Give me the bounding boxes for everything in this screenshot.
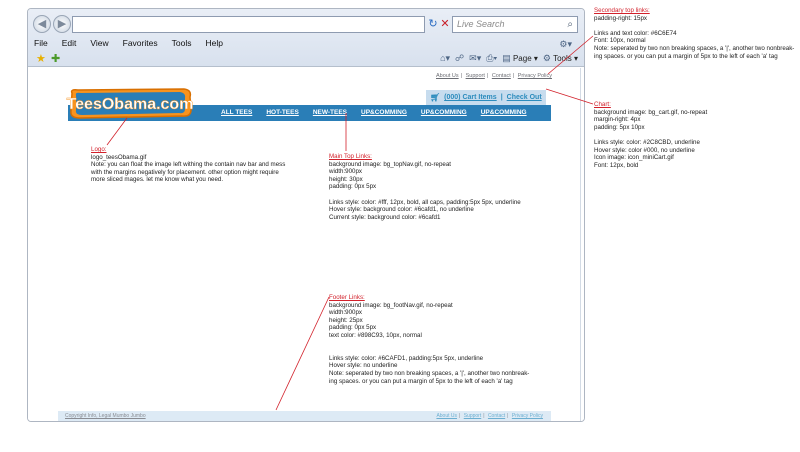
cart-box: 🛒︎ (000) Cart Items | Check Out — [426, 90, 546, 105]
back-arrow-icon: ◀ — [37, 18, 47, 30]
checkout-link[interactable]: Check Out — [507, 94, 542, 101]
stop-icon[interactable]: ✕ — [438, 16, 452, 33]
print-icon[interactable]: ⎙▾ — [486, 53, 497, 64]
cart-items-link[interactable]: (000) Cart Items — [444, 94, 497, 101]
note-footer-heading: Footer Links: — [329, 294, 365, 301]
forward-arrow-icon: ▶ — [57, 18, 67, 30]
menu-tools[interactable]: Tools — [170, 37, 194, 51]
tools-menu-button[interactable]: ⚙ Tools ▾ — [543, 53, 578, 64]
tools-icon: ⚙ — [542, 53, 551, 63]
footer-link-contact[interactable]: Contact — [488, 413, 505, 419]
page-icon: ▤ — [502, 53, 511, 63]
secondary-link-contact[interactable]: Contact — [492, 73, 511, 79]
footer-links: About Us | Support | Contact | Privacy Poli… — [436, 413, 543, 419]
note-chart: Chart: background image: bg_cart.gif, no… — [594, 101, 708, 169]
mail-icon[interactable]: ✉▾ — [469, 53, 481, 64]
note-logo: Logo: logo_teesObama.gif Note: you can f… — [91, 146, 286, 184]
command-bar: ⌂▾ ☍ ✉▾ ⎙▾ ▤ Page ▾ ⚙ Tools ▾ — [440, 53, 578, 64]
favorites-bar: ★ ✚ ⌂▾ ☍ ✉▾ ⎙▾ ▤ Page ▾ ⚙ Tools ▾ — [28, 52, 584, 67]
menu-file[interactable]: File — [32, 37, 50, 51]
menu-edit[interactable]: Edit — [60, 37, 79, 51]
browser-chrome: ◀ ▶ ↻ ✕ Live Search ⌕ File Edit View Fav… — [28, 9, 584, 67]
footer-link-support[interactable]: Support — [464, 413, 482, 419]
menu-help[interactable]: Help — [203, 37, 224, 51]
note-main-top-links: Main Top Links: background image: bg_top… — [329, 153, 521, 221]
nav-upcoming-3[interactable]: UP&COMMING — [474, 105, 534, 121]
page-menu-button[interactable]: ▤ Page ▾ — [502, 53, 538, 64]
search-input[interactable]: Live Search ⌕ — [452, 16, 578, 33]
note-secondary-heading: Secondary top links: — [594, 7, 650, 14]
note-chart-heading: Chart: — [594, 101, 611, 108]
note-logo-heading: Logo: — [91, 146, 107, 153]
note-footer-links: Footer Links: background image: bg_footN… — [329, 294, 530, 385]
home-icon[interactable]: ⌂▾ — [440, 53, 450, 64]
nav-all-tees[interactable]: ALL TEES — [214, 105, 259, 121]
nav-upcoming-1[interactable]: UP&COMMING — [354, 105, 414, 121]
address-bar[interactable] — [72, 16, 425, 33]
menu-view[interactable]: View — [88, 37, 110, 51]
forward-button[interactable]: ▶ — [53, 15, 71, 33]
footer-nav: Copyright Info, Legal Mumbo Jumbo About … — [58, 411, 551, 421]
cart-icon: 🛒︎ — [430, 93, 441, 102]
favorites-star-icon[interactable]: ★ — [36, 52, 46, 65]
menu-favorites[interactable]: Favorites — [121, 37, 160, 51]
footer-link-about[interactable]: About Us — [436, 413, 457, 419]
footer-copyright: Copyright Info, Legal Mumbo Jumbo — [65, 413, 146, 419]
secondary-links: About Us | Support | Contact | Privacy Poli… — [436, 73, 552, 79]
back-button[interactable]: ◀ — [33, 15, 51, 33]
secondary-link-support[interactable]: Support — [466, 73, 485, 79]
svg-text:TeesObama.com: TeesObama.com — [67, 96, 194, 113]
menu-bar: File Edit View Favorites Tools Help — [32, 37, 225, 51]
secondary-link-privacy[interactable]: Privacy Policy — [518, 73, 552, 79]
note-main-top-heading: Main Top Links: — [329, 153, 372, 160]
search-icon[interactable]: ⌕ — [567, 17, 573, 32]
feeds-icon[interactable]: ☍ — [455, 53, 464, 64]
settings-icon[interactable]: ⚙▾ — [559, 39, 572, 50]
nav-upcoming-2[interactable]: UP&COMMING — [414, 105, 474, 121]
secondary-link-about[interactable]: About Us — [436, 73, 459, 79]
site-logo[interactable]: TeesObama.com — [66, 87, 194, 119]
note-secondary-links: Secondary top links: padding-right: 15px… — [594, 7, 795, 60]
add-favorite-icon[interactable]: ✚ — [51, 52, 60, 65]
nav-new-tees[interactable]: NEW-TEES — [306, 105, 354, 121]
nav-hot-tees[interactable]: HOT-TEES — [259, 105, 306, 121]
footer-link-privacy[interactable]: Privacy Policy — [512, 413, 543, 419]
scrollbar[interactable] — [580, 68, 581, 421]
